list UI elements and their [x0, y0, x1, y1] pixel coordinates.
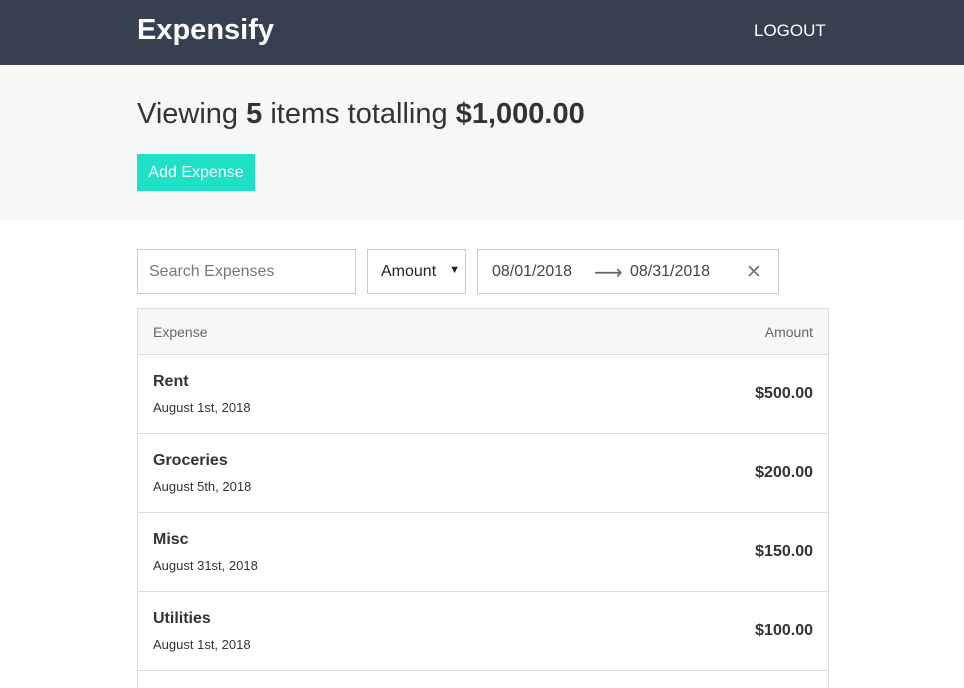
expense-amount: $500.00	[755, 385, 813, 402]
search-input[interactable]	[137, 249, 356, 294]
expense-amount: $200.00	[755, 464, 813, 481]
expense-amount: $100.00	[755, 622, 813, 639]
summary-middle: items totalling	[270, 98, 448, 130]
expense-date: August 1st, 2018	[153, 637, 251, 652]
add-expense-button[interactable]: Add Expense	[137, 154, 255, 191]
expense-date: August 5th, 2018	[153, 479, 252, 494]
expense-description: Utilities	[153, 610, 211, 627]
expense-amount: $150.00	[755, 543, 813, 560]
expense-list-item[interactable]: Misc August 31st, 2018 $150.00	[138, 513, 828, 592]
column-header-amount: Amount	[764, 324, 813, 340]
expense-description: Rent	[153, 373, 189, 390]
column-header-expense: Expense	[153, 324, 208, 340]
date-range-picker: 08/01/2018 ⟶ 08/31/2018 ✕	[477, 249, 779, 294]
expense-list: Expense Amount Rent August 1st, 2018 $50…	[137, 308, 829, 688]
summary-prefix: Viewing	[137, 98, 239, 130]
caret-down-icon: ▼	[449, 264, 460, 276]
expense-description: Misc	[153, 531, 189, 548]
summary-count: 5	[246, 98, 263, 130]
logout-button[interactable]: LOGOUT	[754, 21, 826, 41]
expenses-summary: Viewing 5 items totalling $1,000.00 Add …	[0, 65, 964, 220]
expense-list-item[interactable]: Rent August 1st, 2018 $500.00	[138, 355, 828, 434]
expense-date: August 1st, 2018	[153, 400, 251, 415]
end-date-input[interactable]: 08/31/2018	[630, 263, 710, 281]
expense-list-item[interactable]: Groceries August 5th, 2018 $200.00	[138, 434, 828, 513]
app-title-link[interactable]: Expensify	[137, 14, 274, 47]
expense-date: August 31st, 2018	[153, 558, 258, 573]
list-header: Expense Amount	[138, 309, 828, 355]
app-header: Expensify LOGOUT	[0, 0, 964, 65]
sort-select[interactable]: Amount ▼	[367, 249, 466, 294]
summary-total: $1,000.00	[455, 98, 585, 130]
start-date-input[interactable]: 08/01/2018	[492, 263, 572, 281]
expense-description: Groceries	[153, 452, 228, 469]
clear-dates-icon[interactable]: ✕	[746, 261, 762, 284]
expense-list-item[interactable]: Utilities August 1st, 2018 $100.00	[138, 592, 828, 671]
summary-title: Viewing 5 items totalling $1,000.00	[137, 98, 585, 131]
sort-selected-value: Amount	[381, 263, 437, 280]
arrow-right-icon: ⟶	[594, 262, 623, 284]
